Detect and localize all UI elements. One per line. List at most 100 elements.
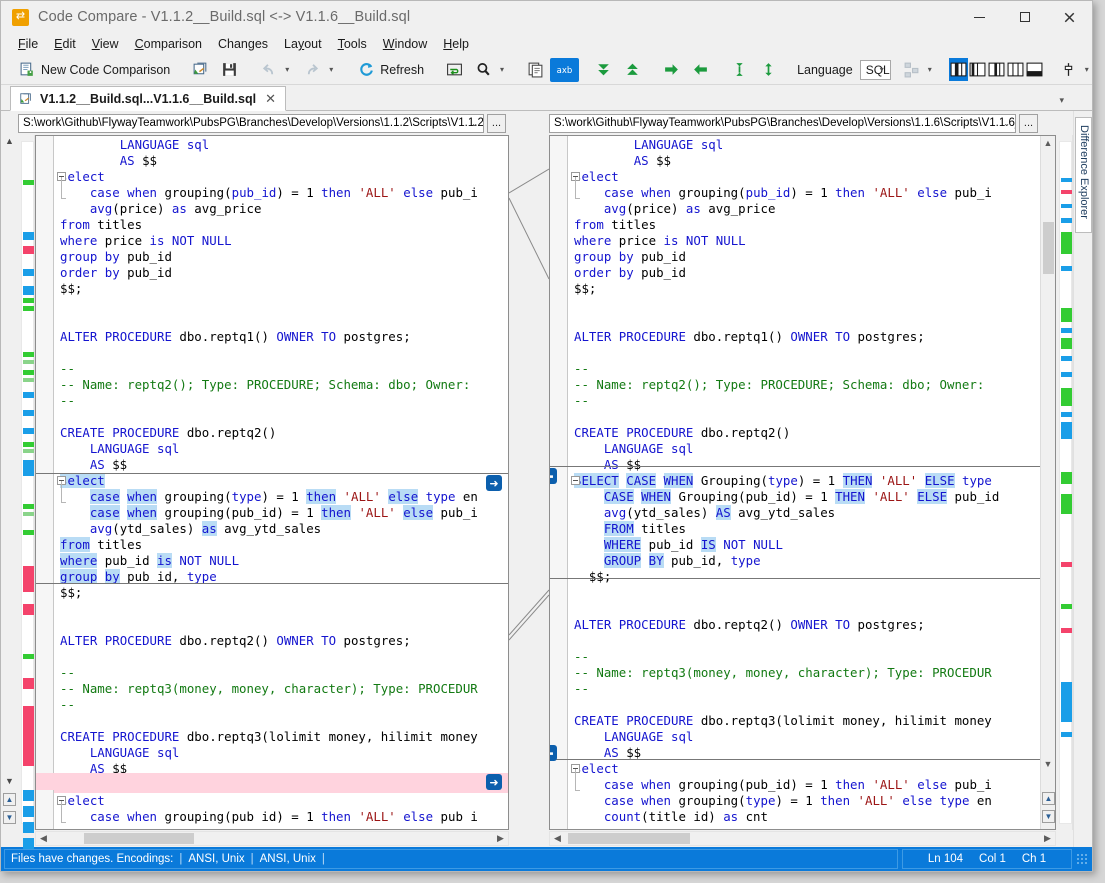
close-icon[interactable]: ✕ — [263, 91, 278, 107]
overview-change-marker[interactable] — [23, 460, 34, 476]
overview-change-marker[interactable] — [1061, 218, 1072, 223]
overview-change-marker[interactable] — [1061, 204, 1072, 208]
menu-tools[interactable]: Tools — [330, 35, 375, 53]
chevron-down-icon[interactable]: ⌄ — [471, 119, 478, 128]
overview-change-marker[interactable] — [1061, 472, 1072, 484]
fold-toggle-icon[interactable] — [571, 476, 580, 485]
overview-change-marker[interactable] — [1061, 178, 1072, 182]
layout-horizontal-button[interactable] — [1025, 58, 1044, 81]
redo-button[interactable]: ▾ — [298, 58, 342, 82]
menu-comparison[interactable]: Comparison — [127, 35, 210, 53]
overview-change-marker[interactable] — [23, 806, 34, 817]
overview-change-marker[interactable] — [1061, 494, 1072, 514]
scroll-left-arrow-icon[interactable]: ◀ — [36, 833, 51, 844]
right-editor-pane[interactable]: LANGUAGE sql AS $$select case when group… — [549, 135, 1056, 830]
save-button[interactable] — [215, 58, 244, 82]
next-difference-button[interactable] — [589, 58, 618, 82]
overview-change-marker[interactable] — [1061, 266, 1072, 271]
right-copy-left-badge[interactable]: ⬅ — [550, 468, 557, 484]
menu-window[interactable]: Window — [375, 35, 435, 53]
maximize-button[interactable] — [1002, 1, 1047, 33]
right-horizontal-scrollbar[interactable]: ◀ ▶ — [549, 831, 1056, 846]
overview-change-marker[interactable] — [23, 604, 34, 615]
close-button[interactable] — [1047, 1, 1092, 33]
previous-change-button[interactable]: ▲ — [3, 793, 16, 806]
layout-three-pane-button[interactable] — [987, 58, 1006, 81]
right-difference-overview[interactable] — [1056, 135, 1073, 830]
scroll-right-arrow-icon[interactable]: ▶ — [493, 833, 508, 844]
overview-change-marker[interactable] — [1061, 338, 1072, 349]
left-code-content[interactable]: LANGUAGE sql AS $$select case when group… — [54, 136, 508, 829]
overview-change-marker[interactable] — [23, 822, 34, 833]
right-next-change-button[interactable]: ▼ — [1042, 810, 1055, 823]
settings-button[interactable]: ▾ — [1054, 58, 1098, 82]
overview-change-marker[interactable] — [1061, 422, 1072, 439]
overview-change-marker[interactable] — [23, 512, 34, 516]
overview-change-marker[interactable] — [23, 449, 34, 453]
language-select[interactable]: SQL ▾ — [860, 60, 891, 80]
overview-change-marker[interactable] — [1061, 232, 1072, 254]
overview-change-marker[interactable] — [1061, 604, 1072, 609]
overview-change-marker[interactable] — [23, 370, 34, 375]
left-editor-pane[interactable]: LANGUAGE sql AS $$select case when group… — [35, 135, 509, 830]
overview-change-marker[interactable] — [1061, 356, 1072, 361]
left-copy-right-badge-2[interactable]: ➜ — [486, 774, 502, 790]
scroll-left-arrow-icon-2[interactable]: ◀ — [550, 833, 565, 844]
overview-change-marker[interactable] — [23, 838, 34, 849]
refresh-button[interactable]: Refresh — [352, 58, 430, 82]
merge-up-button[interactable] — [754, 58, 783, 82]
copy-to-right-button[interactable] — [657, 58, 686, 82]
structure-dropdown-arrow[interactable]: ▾ — [925, 65, 935, 74]
menu-changes[interactable]: Changes — [210, 35, 276, 53]
document-tab[interactable]: V1.1.2__Build.sql...V1.1.6__Build.sql ✕ — [10, 86, 286, 111]
compare-text-button[interactable]: axb — [550, 58, 579, 82]
overview-change-marker[interactable] — [23, 790, 34, 801]
overview-change-marker[interactable] — [23, 392, 34, 398]
minimize-button[interactable] — [957, 1, 1002, 33]
overview-change-marker[interactable] — [23, 360, 34, 364]
overview-change-marker[interactable] — [23, 442, 34, 447]
layout-split-vertical-button[interactable] — [949, 58, 968, 81]
settings-dropdown-arrow[interactable]: ▾ — [1082, 65, 1092, 74]
overview-change-marker[interactable] — [1061, 388, 1072, 406]
right-copy-left-badge-2[interactable]: ⬅ — [550, 745, 557, 761]
overview-change-marker[interactable] — [23, 654, 34, 659]
overview-change-marker[interactable] — [1061, 372, 1072, 377]
chevron-down-icon[interactable]: ⌄ — [1003, 119, 1010, 128]
left-browse-button[interactable]: ... — [487, 114, 506, 133]
overview-change-marker[interactable] — [23, 352, 34, 357]
chevron-down-icon[interactable]: ▾ — [1059, 95, 1064, 106]
scroll-up-arrow-icon[interactable]: ▲ — [1041, 136, 1055, 150]
right-scrollbar-thumb[interactable] — [1043, 222, 1054, 274]
redo-dropdown-arrow[interactable]: ▾ — [326, 65, 336, 74]
menu-file[interactable]: File — [10, 35, 46, 53]
overview-change-marker[interactable] — [23, 504, 34, 509]
copy-to-left-button[interactable] — [686, 58, 715, 82]
overview-change-marker[interactable] — [23, 410, 34, 416]
right-browse-button[interactable]: ... — [1019, 114, 1038, 133]
overview-change-marker[interactable] — [23, 232, 34, 240]
overview-change-marker[interactable] — [23, 566, 34, 592]
overview-change-marker[interactable] — [23, 378, 34, 382]
overview-change-marker[interactable] — [23, 298, 34, 303]
next-change-button[interactable]: ▼ — [3, 811, 16, 824]
right-hscroll-thumb[interactable] — [568, 833, 690, 844]
overview-change-marker[interactable] — [23, 246, 34, 254]
overview-change-marker[interactable] — [1061, 732, 1072, 737]
scroll-down-chevron-icon[interactable]: ▼ — [1, 776, 18, 786]
find-button[interactable]: ▾ — [469, 58, 513, 82]
overview-change-marker[interactable] — [23, 706, 34, 766]
menu-edit[interactable]: Edit — [46, 35, 84, 53]
word-wrap-button[interactable] — [440, 58, 469, 82]
find-dropdown-arrow[interactable]: ▾ — [497, 65, 507, 74]
overview-change-marker[interactable] — [1061, 628, 1072, 633]
undo-button[interactable]: ▾ — [254, 58, 298, 82]
open-button[interactable] — [186, 58, 215, 82]
menu-layout[interactable]: Layout — [276, 35, 330, 53]
overview-change-marker[interactable] — [23, 530, 34, 535]
previous-difference-button[interactable] — [618, 58, 647, 82]
left-difference-overview[interactable] — [18, 135, 35, 830]
left-gutter[interactable] — [36, 136, 54, 829]
left-copy-right-badge[interactable]: ➜ — [486, 475, 502, 491]
new-code-comparison-button[interactable]: New Code Comparison — [13, 58, 176, 82]
